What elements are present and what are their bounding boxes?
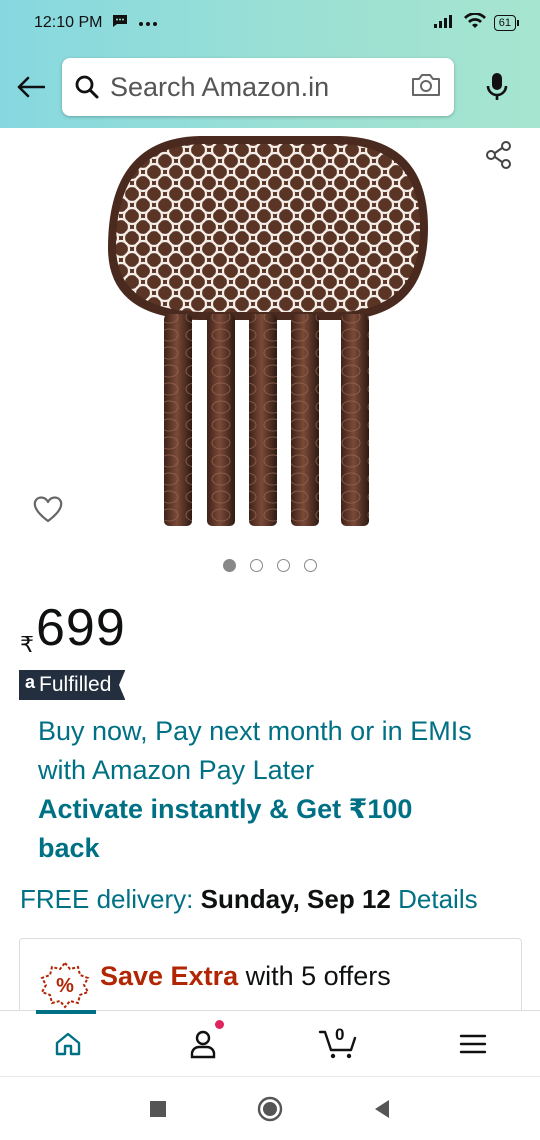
- back-arrow-icon: [17, 76, 45, 98]
- carousel-indicator: [0, 559, 540, 572]
- pay-later-text: Buy now, Pay next month or in EMIs with …: [38, 716, 472, 785]
- fulfilled-badge[interactable]: a Fulfilled: [19, 670, 126, 700]
- voice-search-button[interactable]: [454, 71, 540, 103]
- save-extra-label: Save Extra: [100, 961, 239, 991]
- nav-home[interactable]: [0, 1010, 135, 1076]
- system-home-button[interactable]: [214, 1096, 326, 1122]
- account-icon: [190, 1030, 215, 1058]
- home-icon: [55, 1032, 80, 1055]
- share-button[interactable]: [484, 140, 514, 175]
- bottom-navigation: 0: [0, 1010, 540, 1076]
- camera-icon: [412, 73, 440, 96]
- carousel-dot[interactable]: [304, 559, 317, 572]
- search-icon: [75, 75, 99, 99]
- back-triangle-icon: [375, 1099, 389, 1118]
- product-price: 699: [36, 599, 126, 657]
- pay-later-cashback: Activate instantly & Get ₹100 back: [38, 794, 413, 863]
- microphone-icon: [486, 73, 508, 100]
- carousel-dot[interactable]: [223, 559, 236, 572]
- offers-count-label: with 5 offers: [245, 961, 391, 991]
- signal-icon: [433, 14, 456, 33]
- system-navigation-bar: [0, 1076, 540, 1140]
- wishlist-button[interactable]: [32, 494, 64, 529]
- pay-later-promo[interactable]: Buy now, Pay next month or in EMIs with …: [38, 712, 478, 868]
- recents-square-icon: [150, 1100, 166, 1117]
- delivery-date: Sunday, Sep 12: [200, 884, 391, 914]
- fulfilled-label: Fulfilled: [39, 673, 112, 696]
- currency-symbol: ₹: [20, 632, 34, 657]
- nav-account[interactable]: [135, 1011, 270, 1076]
- app-header: Search Amazon.in: [0, 46, 540, 128]
- discount-badge-icon: %: [40, 961, 90, 1009]
- amazon-a-logo: a: [25, 671, 36, 692]
- camera-search-button[interactable]: [410, 72, 442, 103]
- delivery-details-link[interactable]: Details: [398, 884, 477, 914]
- offers-card[interactable]: % Save Extra with 5 offers: [19, 938, 522, 1018]
- price-block: ₹ 699: [20, 598, 126, 658]
- status-bar: 12:10 PM 61: [0, 0, 540, 46]
- share-icon: [486, 141, 511, 169]
- search-input[interactable]: Search Amazon.in: [110, 72, 410, 103]
- menu-icon: [459, 1034, 486, 1053]
- back-button[interactable]: [0, 46, 62, 128]
- svg-text:%: %: [56, 975, 74, 997]
- delivery-prefix: FREE delivery:: [20, 884, 194, 914]
- system-back-button[interactable]: [326, 1099, 438, 1119]
- home-circle-icon: [257, 1096, 283, 1121]
- carousel-dot[interactable]: [277, 559, 290, 572]
- heart-icon: [33, 496, 63, 523]
- notification-dot: [215, 1020, 224, 1029]
- delivery-info: FREE delivery: Sunday, Sep 12 Details: [20, 884, 530, 915]
- carousel-dot[interactable]: [250, 559, 263, 572]
- more-dots-icon: [138, 14, 158, 32]
- nav-menu[interactable]: [405, 1011, 540, 1076]
- recents-button[interactable]: [102, 1100, 214, 1118]
- product-image: [108, 136, 428, 526]
- product-image-carousel[interactable]: [0, 128, 540, 548]
- active-tab-indicator: [36, 1010, 96, 1014]
- cart-count: 0: [335, 1025, 345, 1044]
- battery-icon: 61: [493, 15, 520, 31]
- status-time: 12:10 PM: [34, 14, 103, 31]
- wifi-icon: [463, 11, 486, 34]
- search-bar[interactable]: Search Amazon.in: [62, 58, 454, 116]
- message-icon: [112, 14, 128, 33]
- nav-cart[interactable]: 0: [270, 1011, 405, 1076]
